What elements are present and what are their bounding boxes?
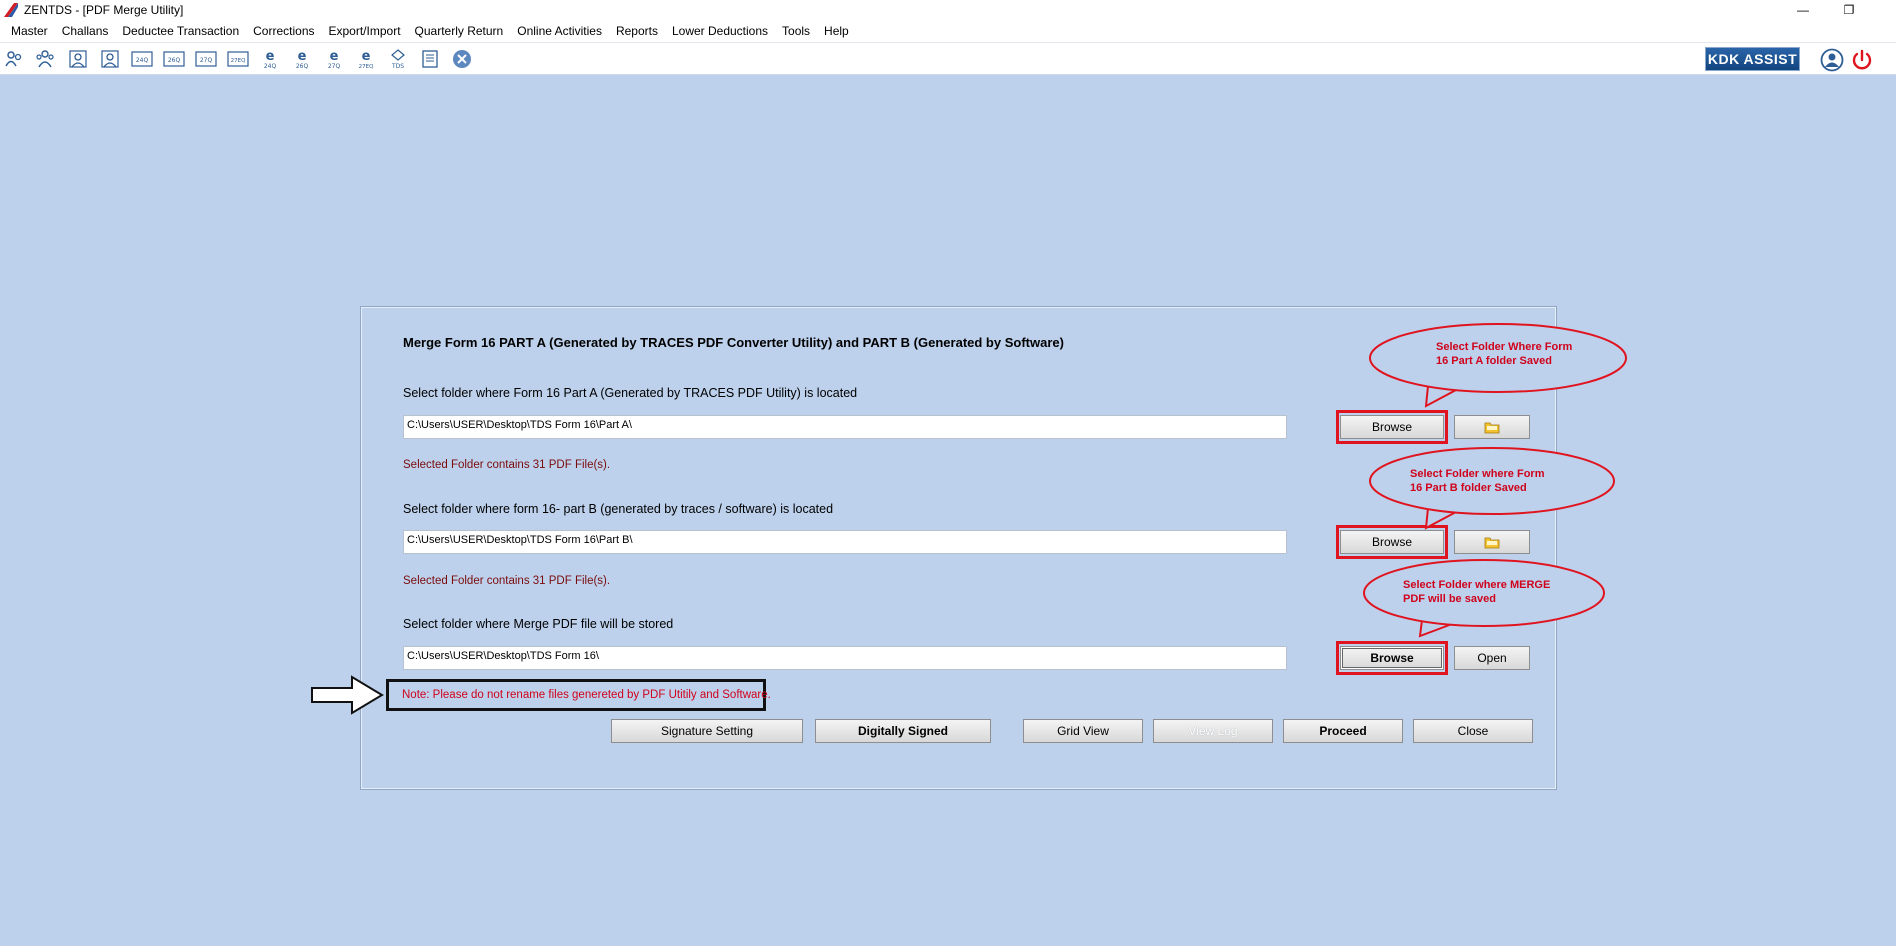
zentds-app-icon (4, 3, 18, 17)
form-27q-label: 27Q (200, 57, 213, 64)
view-log-button[interactable]: View Log (1153, 719, 1273, 743)
e-24q-label: 24Q (264, 63, 277, 70)
menu-master[interactable]: Master (4, 20, 55, 42)
deductor-icon[interactable] (2, 48, 26, 70)
restore-icon: ❐ (1843, 3, 1855, 17)
arrow-right-icon (311, 675, 384, 715)
callout-merge-text: Select Folder where MERGE PDF will be sa… (1403, 578, 1550, 606)
menu-help[interactable]: Help (817, 20, 856, 42)
e-24q-icon[interactable]: e 24Q (258, 48, 282, 70)
part-a-open-folder-button[interactable] (1454, 415, 1530, 439)
svg-text:e: e (362, 49, 371, 64)
menu-reports[interactable]: Reports (609, 20, 665, 42)
tds-icon[interactable]: TDS (386, 48, 410, 70)
e-27q-icon[interactable]: e 27Q (322, 48, 346, 70)
menu-export-import[interactable]: Export/Import (322, 20, 408, 42)
minimize-button[interactable]: — (1780, 0, 1826, 20)
menu-deductee-transaction[interactable]: Deductee Transaction (115, 20, 246, 42)
folder-icon (1484, 537, 1500, 549)
note-text: Note: Please do not rename files generet… (402, 689, 771, 701)
e-27q-label: 27Q (328, 63, 341, 70)
part-a-label: Select folder where Form 16 Part A (Gene… (403, 386, 858, 400)
digitally-signed-button[interactable]: Digitally Signed (815, 719, 991, 743)
e-26q-icon[interactable]: e 26Q (290, 48, 314, 70)
signature-setting-button[interactable]: Signature Setting (611, 719, 803, 743)
menu-corrections[interactable]: Corrections (246, 20, 321, 42)
callout-part-b-line1: Select Folder where Form (1410, 468, 1545, 480)
close-button[interactable]: Close (1413, 719, 1533, 743)
part-b-file-count: Selected Folder contains 31 PDF File(s). (403, 575, 611, 587)
menu-tools[interactable]: Tools (775, 20, 817, 42)
dialog-title: Merge Form 16 PART A (Generated by TRACE… (403, 335, 1064, 350)
report-icon[interactable] (418, 48, 442, 70)
folder-icon (1484, 422, 1500, 434)
form-27eq-label: 27EQ (231, 58, 246, 64)
user-icon[interactable] (1820, 48, 1844, 72)
e-26q-label: 26Q (296, 63, 309, 70)
minimize-icon: — (1797, 3, 1809, 17)
close-circle-icon[interactable] (450, 48, 474, 70)
proceed-button[interactable]: Proceed (1283, 719, 1403, 743)
svg-text:e: e (330, 49, 339, 64)
form-24q-icon[interactable]: 24Q (130, 48, 154, 70)
employee-icon[interactable] (66, 48, 90, 70)
part-b-label: Select folder where form 16- part B (gen… (403, 502, 834, 516)
tds-label: TDS (391, 63, 404, 70)
merge-browse-highlight (1336, 641, 1448, 675)
window-title: ZENTDS - [PDF Merge Utility] (24, 3, 184, 17)
menu-challans[interactable]: Challans (55, 20, 116, 42)
e-27eq-label: 27EQ (359, 64, 374, 70)
e-27eq-icon[interactable]: e 27EQ (354, 48, 378, 70)
part-a-browse-highlight (1336, 410, 1448, 444)
menu-online-activities[interactable]: Online Activities (510, 20, 609, 42)
form-24q-label: 24Q (136, 57, 149, 64)
form-27eq-icon[interactable]: 27EQ (226, 48, 250, 70)
part-b-open-folder-button[interactable] (1454, 530, 1530, 554)
callout-part-a-line1: Select Folder Where Form (1436, 341, 1573, 353)
form-26q-label: 26Q (168, 57, 181, 64)
callout-merge-line2: PDF will be saved (1403, 593, 1496, 605)
part-a-file-count: Selected Folder contains 31 PDF File(s). (403, 459, 611, 471)
part-b-path-input[interactable]: C:\Users\USER\Desktop\TDS Form 16\Part B… (403, 530, 1287, 554)
restore-button[interactable]: ❐ (1826, 0, 1872, 20)
title-bar: ZENTDS - [PDF Merge Utility] (0, 0, 1896, 20)
form-26q-icon[interactable]: 26Q (162, 48, 186, 70)
svg-text:e: e (266, 49, 275, 64)
grid-view-button[interactable]: Grid View (1023, 719, 1143, 743)
merge-path-input[interactable]: C:\Users\USER\Desktop\TDS Form 16\ (403, 646, 1287, 670)
toolbar: 24Q 26Q 27Q 27EQ e 24Q e 26Q e 27Q e 27EQ TD… (0, 42, 1896, 75)
merge-folder-label: Select folder where Merge PDF file will … (403, 617, 674, 631)
part-a-path-input[interactable]: C:\Users\USER\Desktop\TDS Form 16\Part A… (403, 415, 1287, 439)
callout-part-b-line2: 16 Part B folder Saved (1410, 482, 1527, 494)
menu-lower-deductions[interactable]: Lower Deductions (665, 20, 775, 42)
menu-quarterly-return[interactable]: Quarterly Return (408, 20, 511, 42)
callout-part-a-line2: 16 Part A folder Saved (1436, 355, 1552, 367)
power-icon[interactable] (1850, 48, 1874, 72)
callout-part-a-text: Select Folder Where Form 16 Part A folde… (1436, 340, 1572, 368)
callout-part-b-text: Select Folder where Form 16 Part B folde… (1410, 467, 1544, 495)
employee-2-icon[interactable] (98, 48, 122, 70)
callout-merge-line1: Select Folder where MERGE (1403, 579, 1551, 591)
svg-text:e: e (298, 49, 307, 64)
merge-open-button[interactable]: Open (1454, 646, 1530, 670)
deductees-icon[interactable] (33, 48, 57, 70)
form-27q-icon[interactable]: 27Q (194, 48, 218, 70)
menu-bar: Master Challans Deductee Transaction Cor… (0, 20, 1896, 42)
kdk-assist-logo[interactable]: KDK ASSIST (1705, 47, 1800, 71)
